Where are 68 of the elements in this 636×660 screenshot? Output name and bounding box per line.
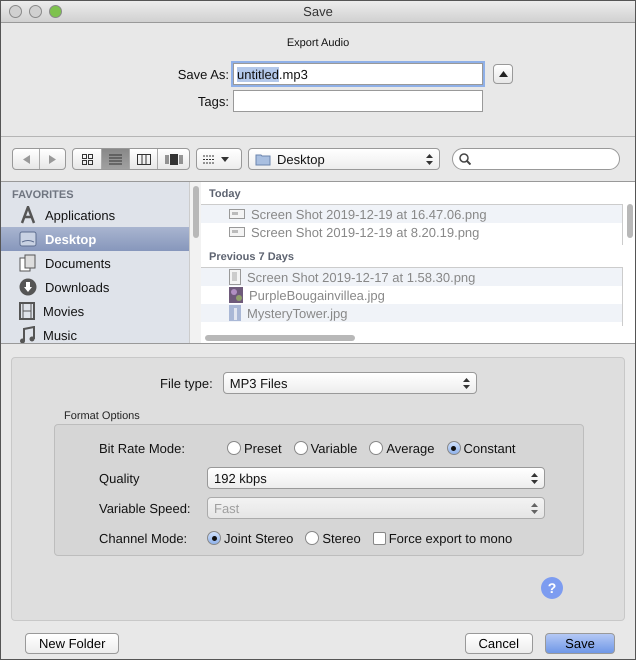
- sidebar-item[interactable]: Documents: [1, 251, 189, 275]
- grid-icon: [82, 154, 92, 164]
- radio-button[interactable]: Preset: [227, 440, 282, 456]
- dialog-button[interactable]: Save: [545, 633, 615, 654]
- radio-button[interactable]: Stereo: [305, 530, 361, 546]
- dialog-button[interactable]: New Folder: [25, 633, 120, 654]
- option-label: Bit Rate Mode:: [99, 440, 186, 456]
- radio-button[interactable]: Constant: [446, 440, 516, 456]
- search-icon: [459, 153, 471, 165]
- triangle-icon: [498, 71, 508, 77]
- sidebar-item[interactable]: Applications: [1, 203, 189, 227]
- minimize-button[interactable]: [29, 5, 42, 18]
- arrange-button[interactable]: [196, 148, 242, 170]
- field-label: Save As:: [176, 66, 229, 82]
- compass-a-icon: [19, 206, 37, 224]
- select-field[interactable]: 192 kbps: [207, 467, 545, 489]
- updown-arrows-icon: [531, 472, 538, 484]
- film-icon: [19, 302, 35, 320]
- radio-button[interactable]: Average: [369, 440, 434, 456]
- search-field[interactable]: [452, 148, 620, 170]
- documents-icon: [19, 254, 37, 272]
- cover-flow-icon: [164, 154, 182, 164]
- caret-icon: [221, 156, 229, 162]
- photo-thumbnail-icon: [229, 287, 243, 303]
- close-button[interactable]: [9, 5, 22, 18]
- window-title: Save: [303, 4, 333, 19]
- group-title: Format Options: [64, 410, 141, 422]
- sidebar-item[interactable]: Movies: [1, 299, 189, 323]
- dialog-button[interactable]: Cancel: [464, 633, 533, 654]
- group-heading: Previous 7 Days: [208, 250, 295, 265]
- dialog-subtitle: Export Audio: [286, 37, 350, 49]
- columns-icon: [136, 154, 150, 164]
- radio-button[interactable]: Variable: [294, 440, 358, 456]
- filename-field[interactable]: untitled.mp3: [233, 63, 483, 85]
- image-file-icon: [229, 226, 245, 238]
- group-heading: Today: [208, 187, 242, 202]
- expand-button[interactable]: [493, 64, 513, 84]
- music-note-icon: [19, 326, 35, 343]
- field-label: File type:: [160, 376, 213, 390]
- location-select[interactable]: Desktop: [248, 148, 440, 170]
- folder-icon: [255, 152, 271, 166]
- radio-button[interactable]: Joint Stereo: [207, 530, 294, 546]
- arrange-icon: [203, 154, 215, 164]
- desktop-icon: [19, 231, 37, 247]
- scrollbar[interactable]: [627, 204, 633, 238]
- view-mode-button[interactable]: [101, 149, 129, 169]
- scrollbar[interactable]: [205, 335, 355, 341]
- file-type-select[interactable]: MP3 Files: [222, 372, 477, 394]
- option-label: Channel Mode:: [99, 530, 188, 546]
- updown-arrows-icon: [531, 502, 538, 514]
- updown-arrows-icon: [462, 378, 470, 388]
- zoom-button[interactable]: [49, 5, 62, 18]
- image-file-icon: [229, 208, 245, 220]
- option-label: Quality: [99, 470, 140, 486]
- scrollbar[interactable]: [189, 182, 201, 343]
- updown-arrows-icon: [426, 154, 433, 164]
- checkbox[interactable]: Force export to mono: [372, 530, 512, 546]
- sidebar-item[interactable]: Downloads: [1, 275, 189, 299]
- tags-field[interactable]: [233, 90, 483, 112]
- back-icon: [22, 154, 30, 164]
- option-label: Variable Speed:: [99, 500, 192, 516]
- photo-thumbnail-icon: [229, 305, 241, 321]
- download-icon: [19, 278, 37, 296]
- forward-icon: [49, 154, 56, 164]
- sidebar-heading: FAVORITES: [11, 188, 75, 203]
- sidebar-item[interactable]: Music: [1, 323, 189, 343]
- field-label: Tags:: [196, 94, 229, 108]
- list-icon: [109, 154, 122, 164]
